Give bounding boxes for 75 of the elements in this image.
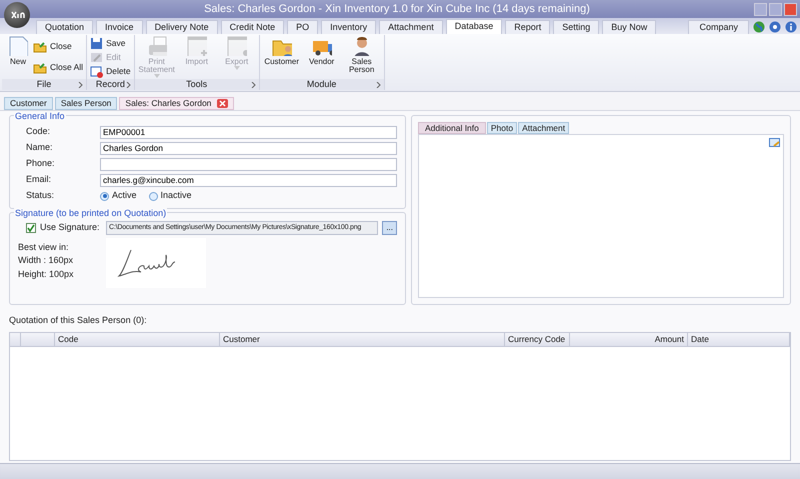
- document-tab[interactable]: Sales Person: [54, 97, 118, 110]
- menu-tab[interactable]: Quotation: [36, 20, 94, 34]
- field-label: Code:: [26, 125, 52, 138]
- menu-tab[interactable]: Credit Note: [220, 20, 284, 34]
- field-label: Phone:: [26, 157, 56, 170]
- detail-tab[interactable]: Attachment: [518, 122, 570, 134]
- help-icon[interactable]: [769, 20, 781, 34]
- ribbon-button[interactable]: Customer: [262, 36, 301, 78]
- radio-button[interactable]: Inactive: [148, 189, 192, 203]
- group-label: File: [36, 78, 52, 91]
- dialog-launcher-icon[interactable]: [126, 82, 131, 88]
- menu-tab[interactable]: Attachment: [379, 20, 443, 34]
- text-field[interactable]: EMP00001: [100, 126, 397, 138]
- folder-icon: [33, 62, 47, 74]
- dialog-launcher-icon[interactable]: [250, 82, 256, 88]
- ribbon-button[interactable]: Delete: [90, 64, 131, 78]
- note-edit-icon[interactable]: [769, 138, 780, 148]
- printer-icon: [146, 36, 167, 56]
- group-label: Tools: [186, 78, 208, 91]
- browse-button[interactable]: ...: [382, 221, 397, 235]
- delete-icon: [90, 64, 104, 78]
- text-field[interactable]: Charles Gordon: [100, 142, 397, 154]
- section-title: Signature (to be printed on Quotation): [14, 207, 168, 220]
- company-button[interactable]: Company: [688, 20, 749, 34]
- menu-tab[interactable]: Report: [505, 20, 550, 34]
- radio-icon[interactable]: [100, 192, 109, 200]
- hint-text: Height: 100px: [18, 268, 75, 281]
- column-header[interactable]: Code: [55, 332, 220, 346]
- close-icon[interactable]: [217, 99, 228, 108]
- export-icon: [226, 36, 247, 56]
- detail-tab[interactable]: Photo: [486, 122, 518, 134]
- menu-tab[interactable]: Invoice: [96, 20, 143, 34]
- menu-tab[interactable]: Setting: [553, 20, 600, 34]
- menu-tab[interactable]: PO: [287, 20, 318, 34]
- dialog-launcher-icon[interactable]: [78, 82, 84, 88]
- ribbon-button[interactable]: Close All: [33, 60, 84, 74]
- radio-icon[interactable]: [148, 192, 158, 200]
- column-header[interactable]: Currency Code: [505, 332, 570, 346]
- radio-button[interactable]: Active: [100, 189, 137, 203]
- hint-text: Best view in:: [18, 240, 70, 254]
- folder-icon: [33, 40, 47, 52]
- field-label: Name:: [26, 141, 54, 154]
- ribbon-button[interactable]: Sales Person: [342, 36, 381, 78]
- ribbon-button[interactable]: Vendor: [302, 36, 341, 78]
- checkbox[interactable]: [26, 222, 36, 233]
- ribbon-button[interactable]: Close: [33, 40, 84, 54]
- window-title: Sales: Charles Gordon - Xin Inventory 1.0 for Xin Cube Inc (14 days remaining): [203, 2, 591, 17]
- field-label: Email:: [26, 173, 52, 186]
- hint-text: Width : 160px: [18, 254, 74, 267]
- group-label: Module: [306, 78, 336, 91]
- document-tab[interactable]: Sales: Charles Gordon: [119, 97, 234, 110]
- page-icon: [8, 36, 28, 56]
- text-field[interactable]: charles.g@xincube.com: [100, 174, 397, 186]
- column-header[interactable]: Date: [688, 332, 790, 346]
- document-tab[interactable]: Customer: [4, 97, 53, 110]
- import-icon: [186, 36, 207, 56]
- text-field[interactable]: [100, 158, 397, 170]
- ribbon-button[interactable]: New: [5, 36, 31, 78]
- menu-tab[interactable]: Delivery Note: [146, 20, 218, 34]
- checkbox-label: Use Signature:: [40, 221, 100, 234]
- menu-tab[interactable]: Buy Now: [602, 20, 656, 34]
- ribbon-button[interactable]: Save: [90, 36, 131, 50]
- dialog-launcher-icon[interactable]: [376, 82, 381, 88]
- menu-tab[interactable]: Database: [446, 19, 502, 34]
- menu-tab[interactable]: Inventory: [321, 20, 376, 34]
- info-icon[interactable]: [785, 20, 797, 34]
- grid-title: Quotation of this Sales Person (0):: [9, 314, 148, 327]
- field-label: Status:: [26, 189, 56, 202]
- globe-icon[interactable]: [753, 20, 765, 34]
- close-button[interactable]: [784, 2, 797, 16]
- detail-tab[interactable]: Additional Info: [418, 122, 486, 134]
- column-header[interactable]: Customer: [220, 332, 505, 346]
- group-label: Record: [96, 78, 125, 91]
- column-header[interactable]: Amount: [570, 332, 688, 346]
- pencil-icon: [90, 50, 104, 64]
